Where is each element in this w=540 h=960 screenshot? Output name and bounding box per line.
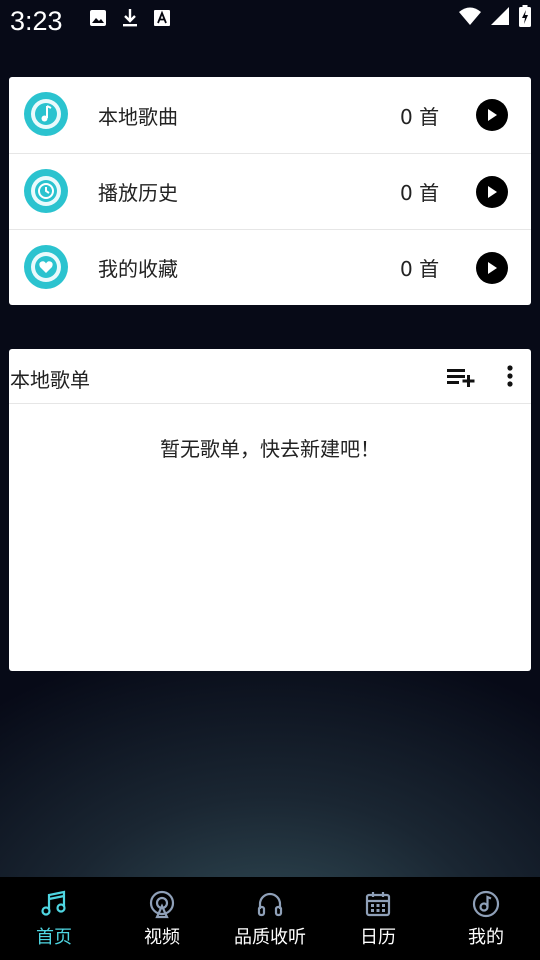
row-count: 0 首 <box>400 104 440 129</box>
text-notification-icon <box>152 8 172 28</box>
heart-icon <box>24 245 68 289</box>
local-playlist-card: 本地歌单 暂无歌单，快去新建吧！ <box>9 349 531 671</box>
play-icon <box>488 261 497 274</box>
signal-icon <box>490 6 510 26</box>
download-notification-icon <box>120 8 140 28</box>
play-icon <box>488 109 497 121</box>
play-button[interactable] <box>476 99 508 131</box>
nav-label: 视频 <box>144 927 180 948</box>
add-playlist-button[interactable] <box>446 363 476 391</box>
nav-label: 我的 <box>468 927 504 948</box>
nav-label: 品质收听 <box>234 927 306 948</box>
local-songs-row[interactable]: 本地歌曲 0 首 <box>9 77 531 153</box>
playlist-title: 本地歌单 <box>10 368 90 392</box>
row-count: 0 首 <box>400 181 440 205</box>
music-notes-icon <box>41 890 66 916</box>
row-label: 播放历史 <box>98 181 178 205</box>
more-options-button[interactable] <box>503 363 517 391</box>
wifi-icon <box>458 6 482 26</box>
playlist-header: 本地歌单 <box>9 349 531 404</box>
quick-access-card: 本地歌曲 0 首 播放历史 0 首 我的收藏 0 首 <box>9 77 531 305</box>
music-note-icon <box>24 92 68 136</box>
row-count: 0 首 <box>400 257 440 281</box>
notification-icons <box>88 8 172 28</box>
play-history-row[interactable]: 播放历史 0 首 <box>9 153 531 229</box>
nav-video[interactable]: 视频 <box>108 877 216 960</box>
bottom-navigation: 首页 视频 品质收听 日历 我的 <box>0 877 540 960</box>
row-label: 本地歌曲 <box>98 104 178 129</box>
broadcast-icon <box>149 890 175 919</box>
nav-label: 日历 <box>360 927 396 948</box>
empty-playlist-message: 暂无歌单，快去新建吧！ <box>160 437 380 461</box>
play-button[interactable] <box>476 251 508 284</box>
status-time: 3:23 <box>10 6 63 36</box>
play-icon <box>488 185 497 198</box>
image-notification-icon <box>88 8 108 28</box>
nav-quality-listening[interactable]: 品质收听 <box>216 877 324 960</box>
disc-icon <box>472 890 500 918</box>
battery-charging-icon <box>518 5 532 27</box>
status-bar: 3:23 <box>0 0 540 44</box>
headphones-icon <box>257 892 283 917</box>
playlist-add-icon <box>447 369 475 387</box>
play-button[interactable] <box>476 175 508 208</box>
favorites-row[interactable]: 我的收藏 0 首 <box>9 229 531 305</box>
nav-home[interactable]: 首页 <box>0 877 108 960</box>
nav-mine[interactable]: 我的 <box>432 877 540 960</box>
more-vert-icon <box>507 365 513 387</box>
nav-label: 首页 <box>36 927 72 948</box>
system-icons <box>458 5 532 27</box>
clock-icon <box>24 169 68 213</box>
nav-calendar[interactable]: 日历 <box>324 877 432 960</box>
calendar-icon <box>365 892 391 917</box>
row-label: 我的收藏 <box>98 257 178 281</box>
